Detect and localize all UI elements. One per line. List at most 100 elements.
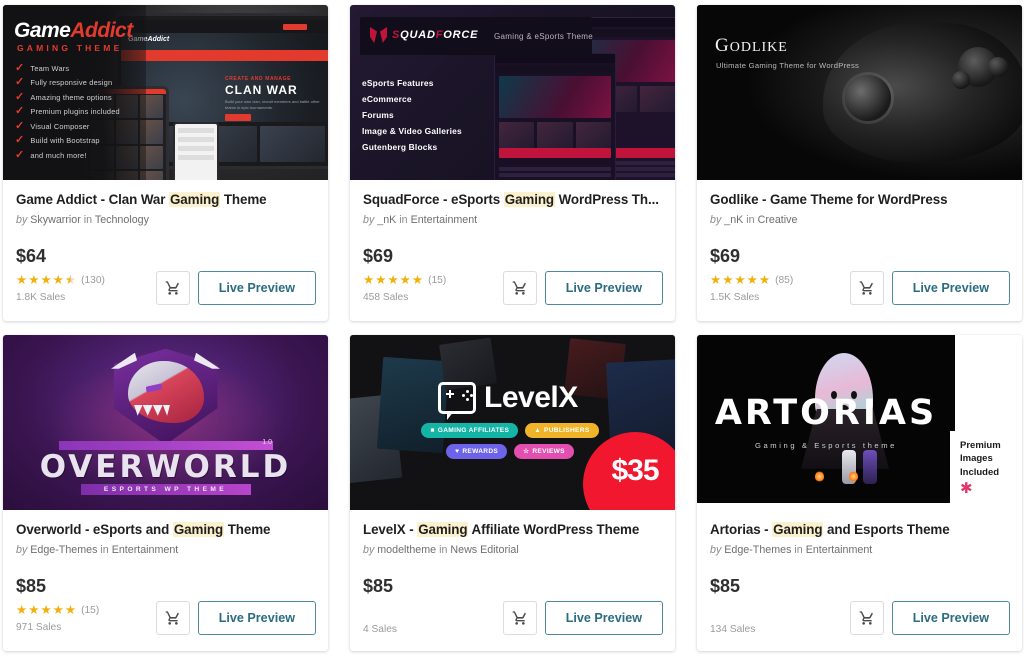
thumb-tagline: Gaming & eSports Theme: [494, 32, 593, 41]
product-card[interactable]: SQUADFORCE Gaming & eSports Theme eSport…: [350, 5, 675, 321]
rating-count: (15): [81, 604, 100, 616]
product-thumbnail-overworld[interactable]: 1.0 OVERWORLD ESPORTS WP THEME: [3, 334, 328, 510]
product-thumbnail-game-addict[interactable]: GameAddict ‹ CREATE AND MANAGE CLAN WAR …: [3, 5, 328, 180]
add-to-cart-button[interactable]: [849, 270, 884, 305]
star-icon: ★: [16, 273, 28, 287]
rating-stars[interactable]: ★ ★ ★ ★ ★ (130): [16, 273, 105, 288]
star-icon: ★: [411, 273, 424, 287]
pill-label: REWARDS: [462, 447, 499, 455]
rating-stars[interactable]: ★ ★ ★ ★ ★ (15): [16, 603, 99, 618]
product-card[interactable]: LevelX ■ GAMING AFFILIATES ▲ PUBLISHERS ♥ R…: [350, 334, 675, 651]
product-card[interactable]: GODLIKE Ultimate Gaming Theme for WordPr…: [697, 5, 1022, 321]
pill-badge: ♥ REWARDS: [446, 443, 508, 459]
pill-badge: ☆ REVIEWS: [514, 443, 574, 459]
thumb-logo-first: Game: [14, 19, 71, 42]
thumb-hero-title: CLAN WAR: [225, 83, 298, 97]
feature-label: Amazing theme options: [30, 92, 112, 102]
feature-label: Image & Video Galleries: [362, 126, 462, 136]
thumb-feature-list: ✓ Team Wars ✓ Fully responsive design ✓ Ama…: [15, 61, 120, 163]
sales-count: 1.5K Sales: [710, 291, 760, 303]
category-link[interactable]: Creative: [758, 214, 798, 226]
star-icon: ★: [28, 273, 40, 287]
product-byline: by Edge-Themes in Entertainment: [16, 544, 316, 556]
product-thumbnail-squadforce[interactable]: SQUADFORCE Gaming & eSports Theme eSport…: [350, 5, 675, 180]
by-label: by: [710, 543, 722, 556]
product-thumbnail-levelx[interactable]: LevelX ■ GAMING AFFILIATES ▲ PUBLISHERS ♥ R…: [350, 334, 675, 510]
product-card[interactable]: GameAddict ‹ CREATE AND MANAGE CLAN WAR …: [3, 5, 328, 321]
product-thumbnail-godlike[interactable]: GODLIKE Ultimate Gaming Theme for WordPr…: [697, 5, 1022, 180]
check-icon: ✓: [15, 90, 25, 103]
add-to-cart-button[interactable]: [849, 600, 884, 635]
live-preview-button[interactable]: Live Preview: [891, 270, 1010, 305]
thumb-tagline: Gaming & Esports theme: [754, 440, 898, 450]
thumb-title: GODLIKE: [715, 35, 788, 56]
pill-icon: ▲: [534, 426, 542, 434]
thumb-title: ARTORIAS: [714, 392, 938, 433]
author-link[interactable]: Edge-Themes: [30, 544, 97, 556]
rating-count: (85): [775, 274, 794, 286]
star-icon: ★: [746, 273, 758, 287]
product-title[interactable]: Game Addict - Clan War Gaming Theme: [16, 192, 316, 209]
sales-count: 4 Sales: [363, 623, 397, 635]
pill-label: GAMING AFFILIATES: [437, 426, 510, 434]
sales-count: 458 Sales: [363, 291, 409, 303]
in-label: in: [794, 543, 803, 556]
pill-label: PUBLISHERS: [544, 426, 590, 434]
check-icon: ✓: [15, 76, 25, 89]
keyword-highlight: Gaming: [417, 521, 469, 537]
shopping-cart-icon: [859, 610, 873, 625]
feature-label: Visual Composer: [30, 121, 90, 131]
product-info: LevelX - Gaming Affiliate WordPress Them…: [350, 510, 675, 651]
category-link[interactable]: Entertainment: [112, 544, 179, 556]
author-link[interactable]: _nK: [724, 214, 743, 226]
feature-label: Fully responsive design: [30, 78, 113, 88]
asterisk-icon: ✱: [960, 480, 973, 498]
product-info: Game Addict - Clan War Gaming Theme by S…: [3, 180, 328, 321]
author-link[interactable]: modeltheme: [377, 544, 436, 556]
add-to-cart-button[interactable]: [155, 270, 190, 305]
category-link[interactable]: News Editorial: [450, 544, 518, 556]
live-preview-button[interactable]: Live Preview: [197, 600, 316, 635]
product-byline: by _nK in Creative: [710, 214, 1010, 226]
author-link[interactable]: Skywarrior: [30, 214, 80, 226]
product-card[interactable]: 1.0 OVERWORLD ESPORTS WP THEME Overworld…: [3, 334, 328, 651]
star-icon: ★: [375, 273, 387, 287]
check-icon: ✓: [15, 119, 25, 132]
thumb-title: LevelX: [484, 380, 578, 414]
product-price: $85: [710, 575, 741, 596]
star-icon: ★: [16, 602, 28, 617]
author-link[interactable]: Edge-Themes: [724, 544, 791, 556]
star-icon: ★: [363, 273, 375, 287]
product-thumbnail-artorias[interactable]: ARTORIAS Gaming & Esports theme Premium …: [697, 334, 1022, 510]
product-title[interactable]: Artorias - Gaming and Esports Theme: [710, 521, 1010, 539]
thumb-feature-list: eSports Features eCommerce Forums Image …: [362, 75, 462, 155]
live-preview-button[interactable]: Live Preview: [544, 600, 663, 635]
category-link[interactable]: Entertainment: [411, 214, 478, 226]
by-label: by: [363, 543, 375, 556]
author-link[interactable]: _nK: [377, 214, 396, 226]
product-title[interactable]: SquadForce - eSports Gaming WordPress Th…: [363, 192, 663, 209]
live-preview-button[interactable]: Live Preview: [891, 600, 1010, 635]
product-price: $85: [363, 575, 394, 596]
badge-line-1: Premium: [960, 439, 1001, 451]
feature-label: eSports Features: [362, 78, 434, 88]
feature-label: Build with Bootstrap: [30, 136, 100, 146]
rating-stars[interactable]: ★ ★ ★ ★ ★ (15): [363, 273, 446, 288]
live-preview-button[interactable]: Live Preview: [544, 270, 663, 305]
product-title[interactable]: Godlike - Game Theme for WordPress: [710, 192, 1010, 209]
add-to-cart-button[interactable]: [502, 600, 537, 635]
product-card[interactable]: ARTORIAS Gaming & Esports theme Premium …: [697, 334, 1022, 651]
add-to-cart-button[interactable]: [502, 270, 537, 305]
check-icon: ✓: [15, 134, 25, 147]
live-preview-button[interactable]: Live Preview: [197, 270, 316, 305]
site-mockup: [494, 53, 616, 180]
category-link[interactable]: Technology: [95, 214, 149, 226]
product-title[interactable]: Overworld - eSports and Gaming Theme: [16, 521, 316, 539]
product-info: Overworld - eSports and Gaming Theme by …: [3, 510, 328, 651]
product-price: $85: [16, 575, 47, 596]
shopping-cart-icon: [512, 610, 526, 625]
rating-stars[interactable]: ★ ★ ★ ★ ★ (85): [710, 273, 793, 288]
category-link[interactable]: Entertainment: [806, 544, 873, 556]
add-to-cart-button[interactable]: [155, 600, 190, 635]
product-title[interactable]: LevelX - Gaming Affiliate WordPress Them…: [363, 521, 663, 539]
